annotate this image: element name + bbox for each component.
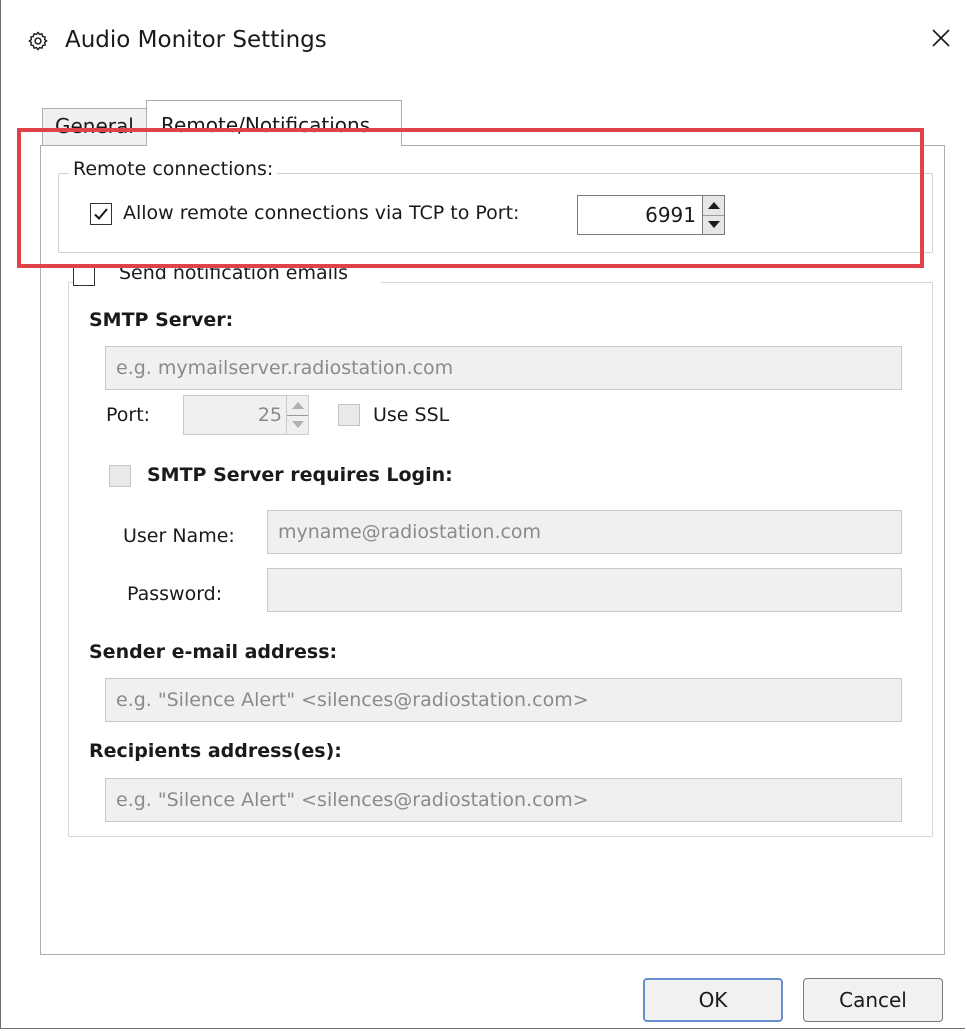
requires-login-checkbox[interactable] xyxy=(109,465,131,487)
recipients-input[interactable]: e.g. "Silence Alert" <silences@radiostat… xyxy=(105,778,902,822)
highlight-box xyxy=(17,128,924,268)
port-label: Port: xyxy=(106,404,151,426)
dialog-title: Audio Monitor Settings xyxy=(65,27,327,53)
password-input[interactable] xyxy=(267,568,902,612)
recipients-heading: Recipients address(es): xyxy=(89,740,342,762)
gear-icon xyxy=(28,31,48,51)
username-input[interactable]: myname@radiostation.com xyxy=(267,510,902,554)
settings-dialog: Audio Monitor Settings General Remote/No… xyxy=(0,0,965,1029)
spin-up-button[interactable] xyxy=(287,396,308,416)
arrow-down-icon xyxy=(291,421,304,428)
smtp-port-input[interactable]: 25 xyxy=(183,395,287,435)
requires-login-label: SMTP Server requires Login: xyxy=(147,464,453,486)
ok-button[interactable]: OK xyxy=(643,978,783,1022)
username-label: User Name: xyxy=(123,525,235,547)
smtp-server-input[interactable]: e.g. mymailserver.radiostation.com xyxy=(105,346,902,390)
sender-heading: Sender e-mail address: xyxy=(89,641,338,663)
cancel-button[interactable]: Cancel xyxy=(803,978,943,1022)
password-label: Password: xyxy=(127,583,223,605)
use-ssl-label: Use SSL xyxy=(373,404,450,426)
smtp-server-heading: SMTP Server: xyxy=(89,309,234,331)
smtp-port-stepper[interactable] xyxy=(287,395,309,435)
spin-down-button[interactable] xyxy=(287,415,308,434)
sender-input[interactable]: e.g. "Silence Alert" <silences@radiostat… xyxy=(105,678,902,722)
arrow-up-icon xyxy=(291,402,304,409)
use-ssl-checkbox[interactable] xyxy=(338,404,360,426)
close-icon[interactable] xyxy=(929,26,953,50)
